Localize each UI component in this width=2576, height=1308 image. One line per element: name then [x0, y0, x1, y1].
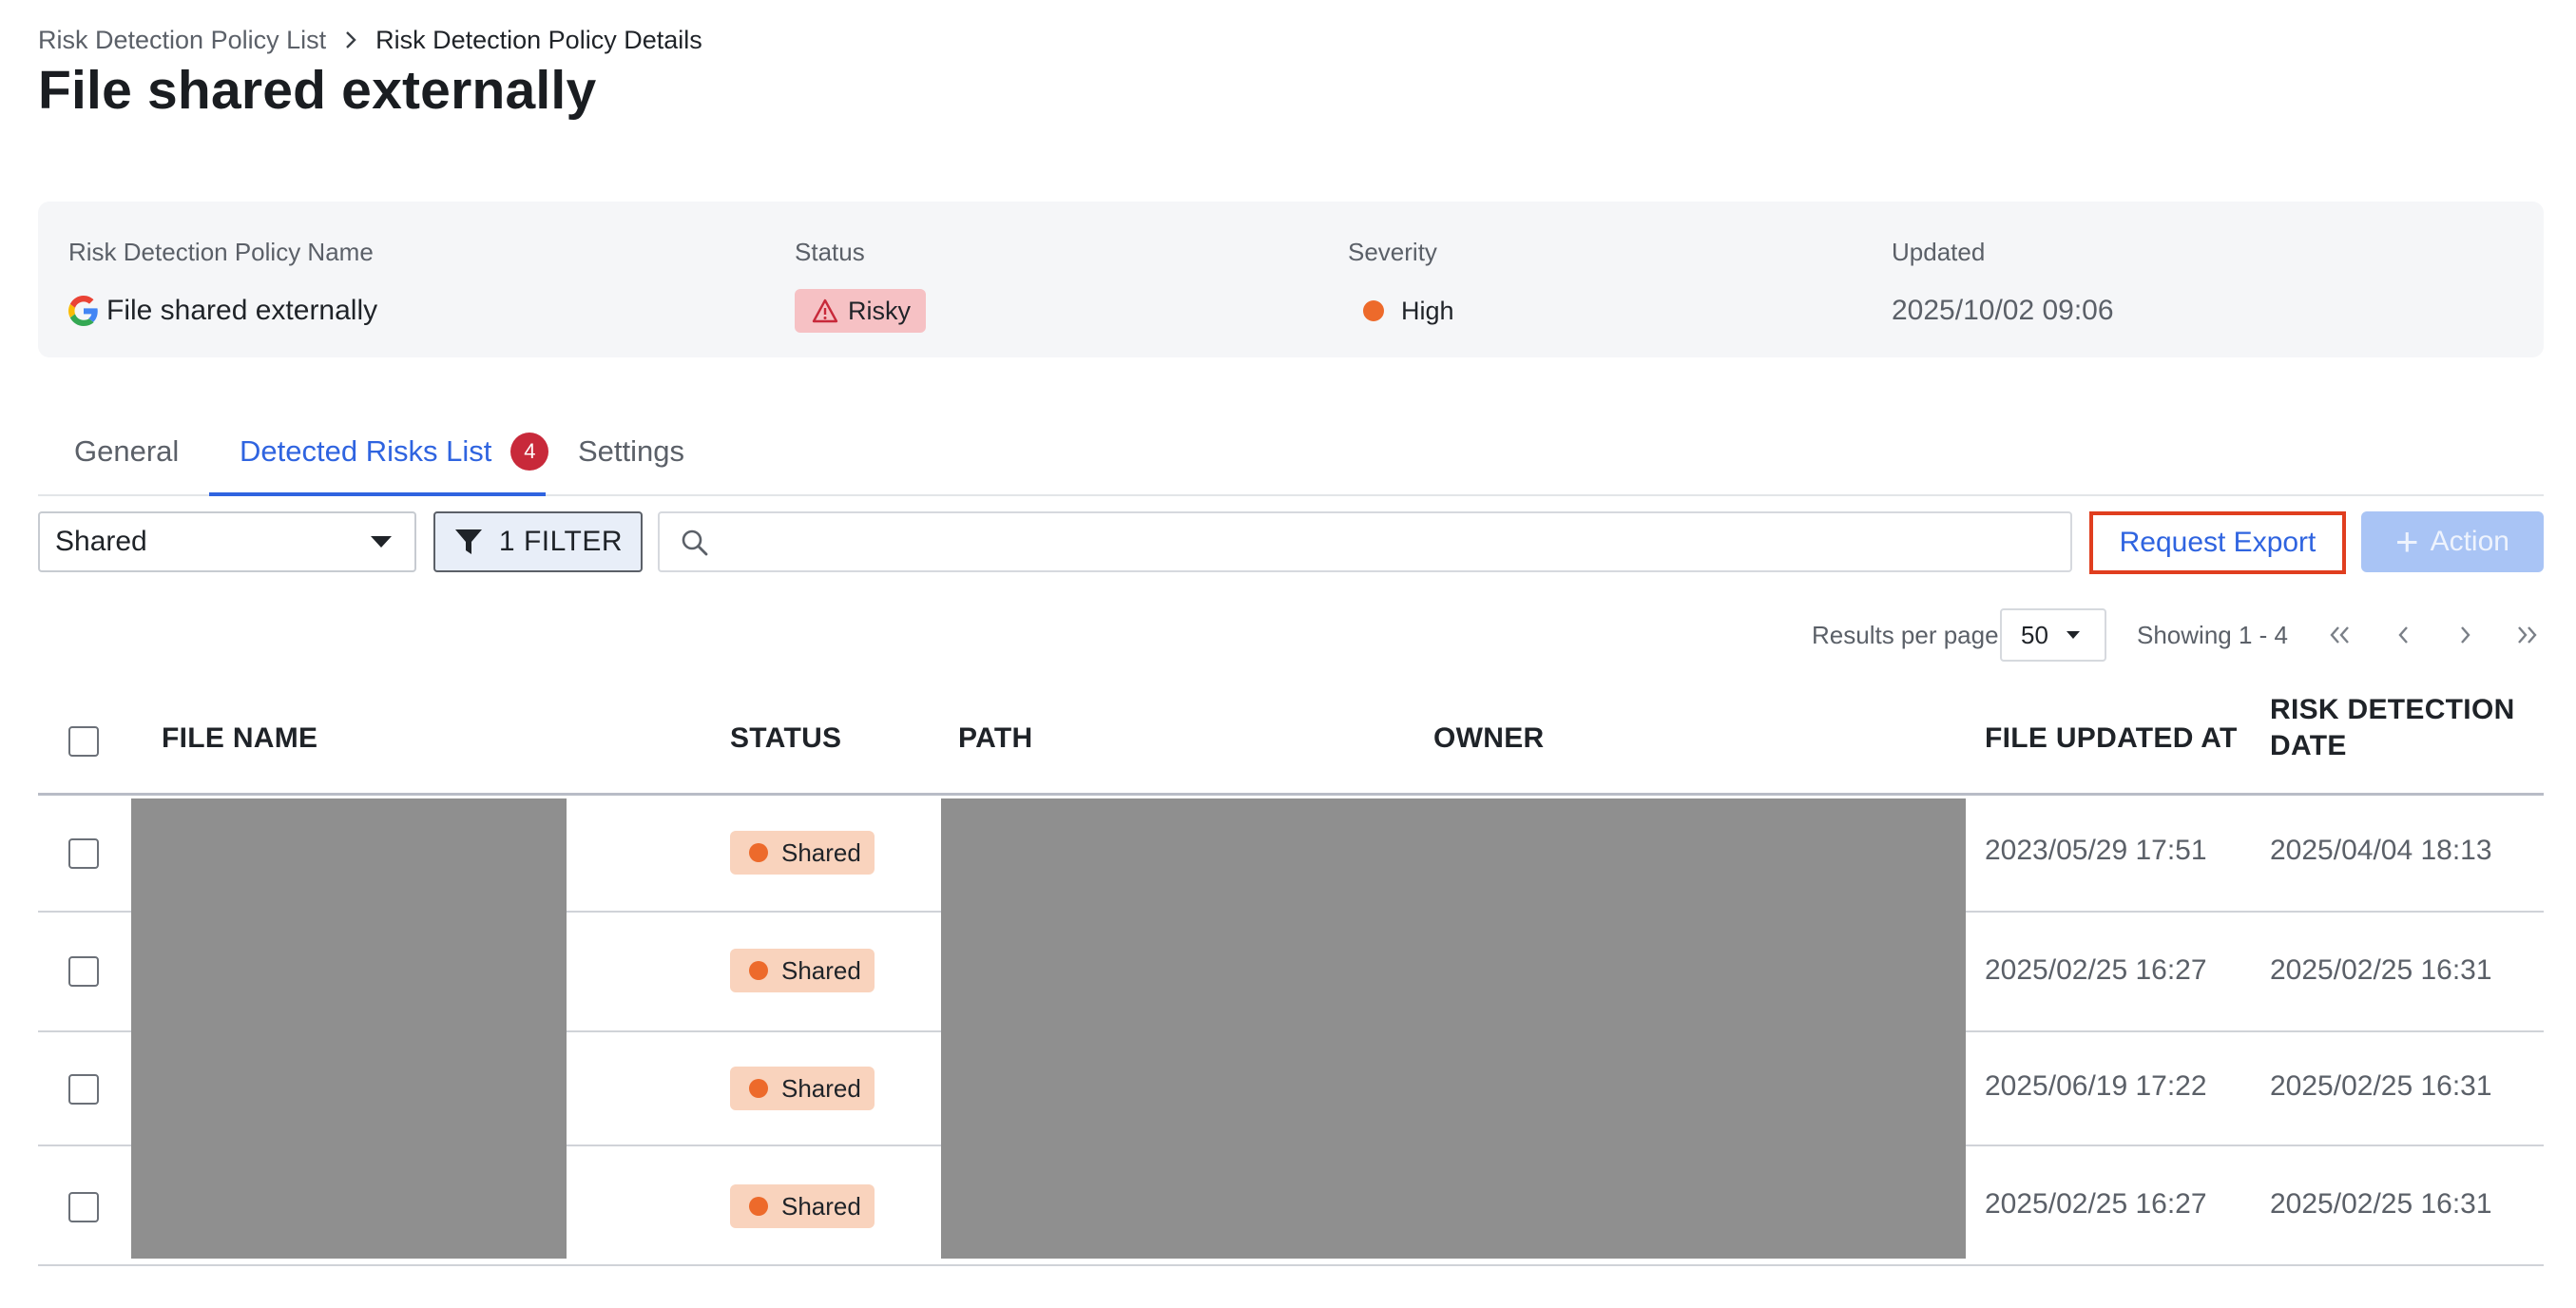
row-status: Shared	[781, 955, 861, 985]
next-page-icon[interactable]	[2451, 620, 2481, 650]
policy-summary-card: Risk Detection Policy Name File shared e…	[38, 202, 2544, 357]
status-filter-select[interactable]: Shared	[38, 511, 416, 572]
detected-count-badge: 4	[510, 433, 549, 471]
search-icon	[682, 529, 708, 556]
select-all-checkbox[interactable]	[68, 726, 99, 757]
results-per-page-value: 50	[2021, 620, 2048, 649]
breadcrumb-current: Risk Detection Policy Details	[375, 25, 702, 54]
risk-header-line1: RISK DETECTION	[2270, 694, 2515, 725]
policy-name-field: Risk Detection Policy Name File shared e…	[68, 236, 377, 333]
active-tab-indicator	[209, 492, 546, 496]
row-checkbox[interactable]	[68, 1074, 99, 1105]
last-page-icon[interactable]	[2511, 620, 2542, 650]
column-header-status[interactable]: STATUS	[730, 722, 841, 755]
tab-settings-label: Settings	[578, 434, 685, 468]
column-header-path[interactable]: PATH	[958, 722, 1032, 755]
row-status: Shared	[781, 1073, 861, 1103]
risk-detection-date-cell: 2025/02/25 16:31	[2270, 1070, 2492, 1102]
row-status: Shared	[781, 1191, 861, 1221]
severity-field: Severity High	[1348, 236, 1454, 333]
results-per-page-label: Results per page	[1812, 621, 1999, 649]
severity-value: High	[1401, 296, 1454, 325]
policy-name-text: File shared externally	[106, 295, 378, 326]
redacted-file-names	[131, 798, 567, 1259]
file-updated-at-cell: 2023/05/29 17:51	[1985, 835, 2207, 866]
risky-status-badge: Risky	[795, 289, 926, 333]
previous-page-icon[interactable]	[2388, 620, 2418, 650]
showing-range: Showing 1 - 4	[2137, 621, 2288, 649]
first-page-icon[interactable]	[2325, 620, 2355, 650]
funnel-icon	[454, 529, 482, 554]
warning-icon	[812, 298, 838, 323]
status-filter-value: Shared	[55, 526, 147, 557]
status-field: Status Risky	[795, 236, 926, 333]
breadcrumb: Risk Detection Policy List Risk Detectio…	[38, 23, 702, 57]
google-icon	[68, 296, 98, 326]
row-status: Shared	[781, 837, 861, 867]
risk-detection-date-cell: 2025/02/25 16:31	[2270, 1188, 2492, 1220]
risk-detection-date-cell: 2025/04/04 18:13	[2270, 835, 2492, 866]
caret-down-icon	[2067, 631, 2080, 639]
updated-field: Updated 2025/10/02 09:06	[1892, 236, 2114, 333]
tab-detected-label: Detected Risks List	[240, 434, 492, 468]
policy-name-value: File shared externally	[68, 289, 377, 333]
tab-settings[interactable]: Settings	[578, 409, 684, 494]
severity-dot-icon	[1363, 300, 1384, 321]
updated-value: 2025/10/02 09:06	[1892, 295, 2114, 326]
chevron-right-icon	[341, 30, 360, 49]
search-box	[658, 511, 2072, 572]
column-header-owner[interactable]: OWNER	[1433, 722, 1545, 755]
shared-status-badge: Shared	[730, 949, 875, 992]
breadcrumb-parent-link[interactable]: Risk Detection Policy List	[38, 26, 326, 55]
row-checkbox[interactable]	[68, 1192, 99, 1222]
status-label: Status	[795, 238, 865, 266]
filter-button[interactable]: 1 FILTER	[433, 511, 643, 572]
risk-detection-date-cell: 2025/02/25 16:31	[2270, 954, 2492, 986]
filter-button-label: 1 FILTER	[498, 526, 624, 557]
shared-status-badge: Shared	[730, 1184, 875, 1228]
policy-name-label: Risk Detection Policy Name	[68, 238, 374, 266]
column-header-file-name[interactable]: FILE NAME	[162, 722, 317, 755]
plus-icon: +	[2395, 519, 2419, 564]
status-dot-icon	[749, 1197, 768, 1216]
caret-down-icon	[371, 536, 392, 548]
row-checkbox[interactable]	[68, 956, 99, 987]
shared-status-badge: Shared	[730, 831, 875, 875]
row-checkbox[interactable]	[68, 838, 99, 869]
request-export-button[interactable]: Request Export	[2089, 511, 2346, 574]
file-updated-at-cell: 2025/02/25 16:27	[1985, 1188, 2207, 1220]
table-header: FILE NAME STATUS PATH OWNER FILE UPDATED…	[38, 688, 2544, 796]
tab-general-label: General	[74, 434, 180, 468]
status-dot-icon	[749, 1079, 768, 1098]
action-button-label: Action	[2430, 526, 2509, 557]
status-chip-label: Risky	[848, 296, 911, 325]
tab-detected-risks-list[interactable]: Detected Risks List 4	[240, 409, 549, 494]
page-title: File shared externally	[38, 60, 597, 121]
search-input[interactable]	[726, 513, 2061, 572]
status-dot-icon	[749, 961, 768, 980]
shared-status-badge: Shared	[730, 1067, 875, 1110]
updated-label: Updated	[1892, 238, 1986, 266]
status-dot-icon	[749, 843, 768, 862]
file-updated-at-cell: 2025/02/25 16:27	[1985, 954, 2207, 986]
severity-label: Severity	[1348, 238, 1437, 266]
results-per-page-select[interactable]: 50	[2000, 608, 2106, 662]
redacted-path-owner	[941, 798, 1966, 1259]
column-header-risk-detection-date[interactable]: RISK DETECTION DATE	[2270, 694, 2515, 762]
file-updated-at-cell: 2025/06/19 17:22	[1985, 1070, 2207, 1102]
action-button[interactable]: + Action	[2361, 511, 2544, 572]
request-export-label: Request Export	[2119, 527, 2316, 558]
page: Risk Detection Policy List Risk Detectio…	[0, 0, 2576, 1308]
tab-general[interactable]: General	[74, 409, 179, 494]
tab-bar: General Detected Risks List 4 Settings	[38, 409, 2544, 496]
column-header-file-updated-at[interactable]: FILE UPDATED AT	[1985, 722, 2238, 755]
risk-header-line2: DATE	[2270, 730, 2347, 761]
